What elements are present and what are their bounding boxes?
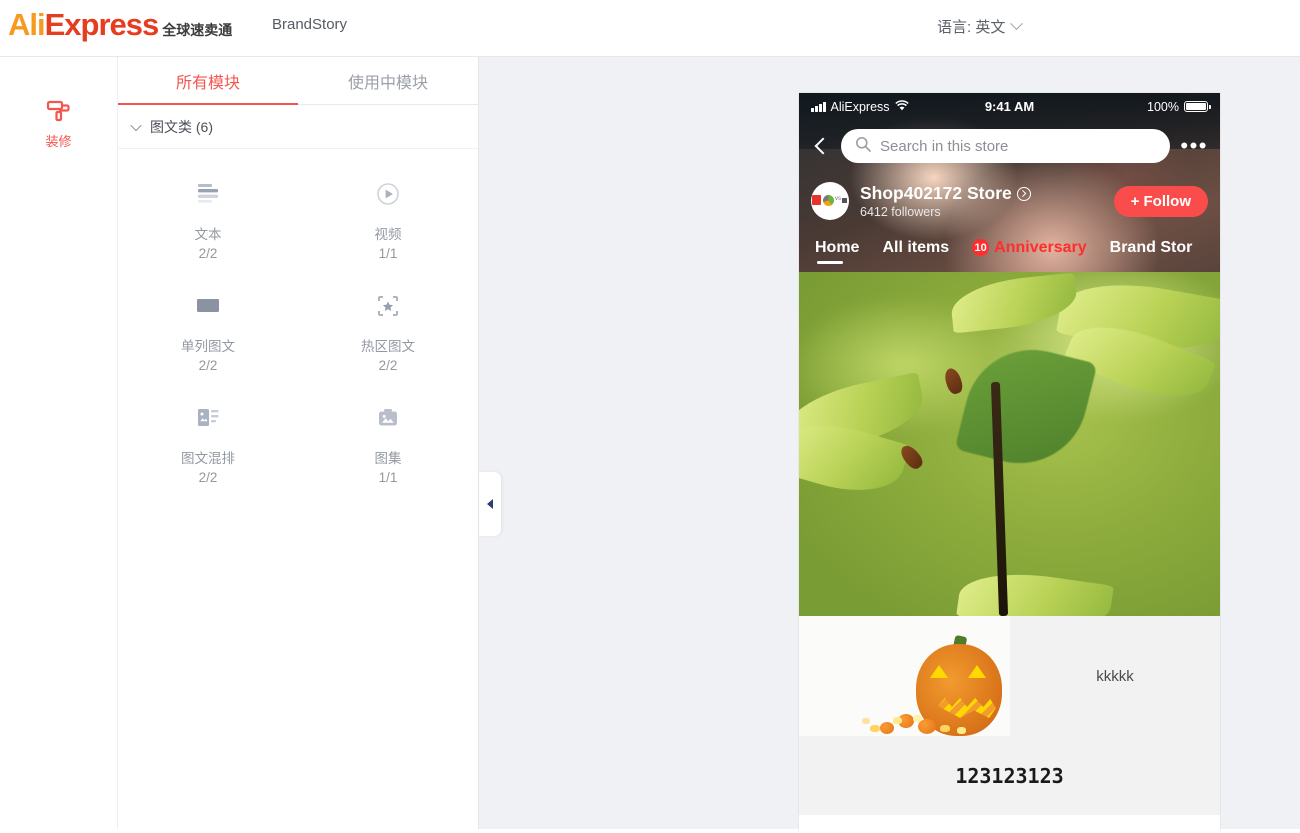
shop-name[interactable]: Shop402172 Store — [860, 183, 1031, 204]
phone-preview: AliExpress 9:41 AM 100% Search in this s… — [799, 93, 1220, 833]
module-image-text[interactable]: kkkkk — [799, 616, 1220, 736]
wifi-icon — [894, 99, 909, 114]
triangle-left-icon — [487, 499, 493, 509]
module-item-mixed-layout[interactable]: 图文混排 2/2 — [118, 391, 298, 503]
store-tab-label: Home — [815, 238, 860, 256]
module-name: 单列图文 — [181, 339, 235, 354]
chevron-left-icon[interactable] — [814, 137, 832, 155]
module-grid: 文本 2/2 视频 1/1 单列图文 2/2 热区图文 2/2 图文混排 2/2… — [118, 149, 478, 503]
module-name: 文本 — [194, 227, 222, 242]
module-item-gallery[interactable]: 图集 1/1 — [298, 391, 478, 503]
module-count: 1/1 — [378, 246, 398, 261]
video-play-icon — [374, 177, 402, 211]
store-tab-home[interactable]: Home — [815, 239, 859, 264]
module-name: 热区图文 — [361, 339, 415, 354]
module-hero-image[interactable] — [799, 272, 1220, 616]
module-item-text[interactable]: 文本 2/2 — [118, 167, 298, 279]
logo-ali-text: Ali — [8, 7, 46, 42]
battery-percent-label: 100% — [1147, 99, 1179, 114]
module-count: 2/2 — [198, 246, 218, 261]
module-item-single-column[interactable]: 单列图文 2/2 — [118, 279, 298, 391]
module-name: 图文混排 — [181, 451, 235, 466]
aliexpress-logo[interactable]: Ali Express 全球速卖通 — [8, 7, 232, 43]
panel-collapse-handle[interactable] — [479, 472, 501, 536]
brand-story-link[interactable]: BrandStory — [272, 16, 347, 33]
store-tab-label: Anniversary — [994, 238, 1087, 256]
module-item-video[interactable]: 视频 1/1 — [298, 167, 478, 279]
single-image-icon — [194, 289, 222, 323]
language-label: 语言: 英文 — [937, 19, 1006, 36]
anniversary-badge: 10 — [972, 239, 990, 256]
chevron-down-icon — [130, 119, 142, 131]
paint-roller-icon — [45, 97, 73, 125]
search-icon — [855, 136, 871, 157]
carrier-label: AliExpress — [830, 99, 890, 114]
logo-express-text: Express — [44, 7, 160, 42]
image-text-caption: kkkkk — [1096, 667, 1134, 685]
status-bar: AliExpress 9:41 AM 100% — [799, 93, 1220, 120]
preview-canvas: AliExpress 9:41 AM 100% Search in this s… — [479, 57, 1300, 833]
module-text-block[interactable]: 123123123 — [799, 736, 1220, 815]
module-count: 1/1 — [378, 470, 398, 485]
module-next-partial[interactable] — [799, 815, 1220, 833]
hotspot-image-icon — [374, 289, 402, 323]
left-rail: 装修 — [0, 57, 117, 829]
search-input[interactable]: Search in this store — [841, 129, 1171, 163]
search-placeholder: Search in this store — [880, 137, 1009, 155]
search-row: Search in this store ••• — [799, 120, 1220, 172]
section-header-image-text[interactable]: 图文类 (6) — [118, 105, 478, 149]
shop-followers: 6412 followers — [860, 205, 941, 219]
tab-all-modules[interactable]: 所有模块 — [118, 57, 298, 105]
logo-chinese-text: 全球速卖通 — [162, 22, 233, 38]
store-tab-label: All items — [882, 238, 950, 256]
shop-info-row: vs Shop402172 Store 6412 followers + Fol… — [799, 172, 1220, 230]
module-name: 视频 — [374, 227, 402, 242]
gallery-icon — [374, 401, 402, 435]
battery-full-icon — [1184, 101, 1211, 112]
module-item-hotspot[interactable]: 热区图文 2/2 — [298, 279, 478, 391]
sidebar-item-label: 装修 — [45, 134, 72, 149]
shop-name-label: Shop402172 Store — [860, 183, 1012, 203]
section-header-label: 图文类 (6) — [150, 118, 213, 135]
tab-in-use-modules[interactable]: 使用中模块 — [298, 57, 478, 104]
module-name: 图集 — [374, 451, 402, 466]
module-panel: 所有模块 使用中模块 图文类 (6) 文本 2/2 视频 1/1 单列图文 2/… — [117, 57, 479, 829]
signal-bars-icon — [811, 101, 826, 112]
store-nav-tabs: Home All items 10 Anniversary Brand Stor — [799, 230, 1220, 272]
panel-tabs: 所有模块 使用中模块 — [118, 57, 478, 105]
pumpkin-image — [799, 616, 1010, 736]
chevron-down-icon — [1010, 17, 1024, 31]
arrow-right-circle-icon — [1016, 186, 1031, 201]
store-tab-anniversary[interactable]: 10 Anniversary — [972, 239, 1087, 264]
module-count: 2/2 — [198, 358, 218, 373]
store-tab-label: Brand Stor — [1109, 238, 1193, 256]
top-header: Ali Express 全球速卖通 BrandStory 语言: 英文 — [0, 0, 1300, 57]
module-count: 2/2 — [378, 358, 398, 373]
avatar[interactable]: vs — [811, 182, 849, 220]
more-dots-icon[interactable]: ••• — [1180, 135, 1208, 157]
follow-button[interactable]: + Follow — [1113, 185, 1208, 217]
sidebar-item-decoration[interactable]: 装修 — [0, 97, 117, 150]
store-tab-all-items[interactable]: All items — [882, 239, 949, 264]
module-count: 2/2 — [198, 470, 218, 485]
text-lines-icon — [193, 177, 223, 211]
leaf-bottom — [956, 564, 1114, 616]
language-selector[interactable]: 语言: 英文 — [937, 16, 1024, 37]
store-tab-brand-store[interactable]: Brand Stor — [1110, 239, 1193, 264]
image-text-mix-icon — [194, 401, 222, 435]
